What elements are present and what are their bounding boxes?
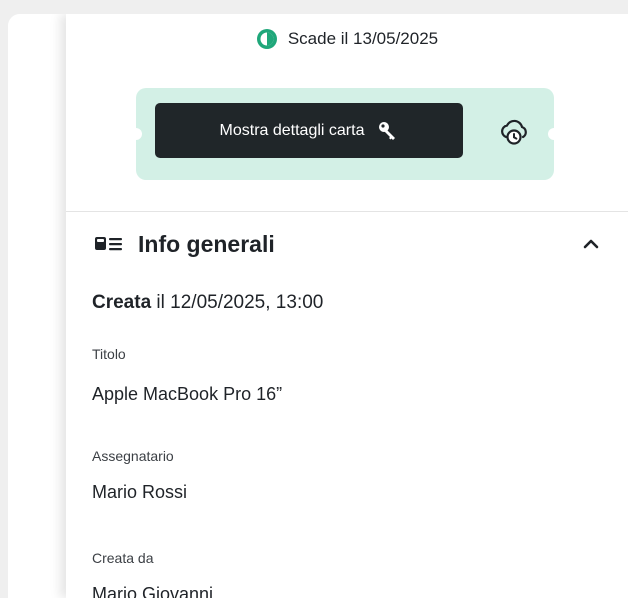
chevron-up-icon[interactable] [582,235,600,253]
field-label-creata-da: Creata da [92,550,154,566]
section-header-info-generali[interactable]: Info generali [94,224,600,264]
clock-progress-icon [256,29,277,49]
section-title: Info generali [138,230,275,257]
expiry-row: Scade il 13/05/2025 [66,28,628,50]
key-icon [379,121,396,140]
ticket-notch-right [548,128,560,140]
field-value-assegnatario: Mario Rossi [92,482,188,502]
cloud-clock-button[interactable] [496,114,532,150]
field-value-creata-da: Mario Giovanni [92,584,214,598]
created-date: il 12/05/2025, 13:00 [151,292,324,313]
field-label-assegnatario: Assegnatario [92,448,174,464]
ticket-notch-left [130,128,142,140]
reveal-card-details-button[interactable]: Mostra dettagli carta [155,103,463,158]
left-rail [8,14,66,598]
divider [66,211,628,212]
reveal-card-details-label: Mostra dettagli carta [219,121,365,139]
list-card-icon [95,237,122,251]
field-value-titolo: Apple MacBook Pro 16” [92,384,283,404]
card-container: Scade il 13/05/2025 Mostra dettagli cart… [8,14,628,598]
expiry-text: Scade il 13/05/2025 [287,29,439,48]
field-label-titolo: Titolo [92,346,126,362]
cloud-clock-icon [501,119,527,145]
created-prefix: Creata [92,292,152,313]
created-info: Creata il 12/05/2025, 13:00 [92,292,323,314]
details-panel: Scade il 13/05/2025 Mostra dettagli cart… [66,14,628,598]
